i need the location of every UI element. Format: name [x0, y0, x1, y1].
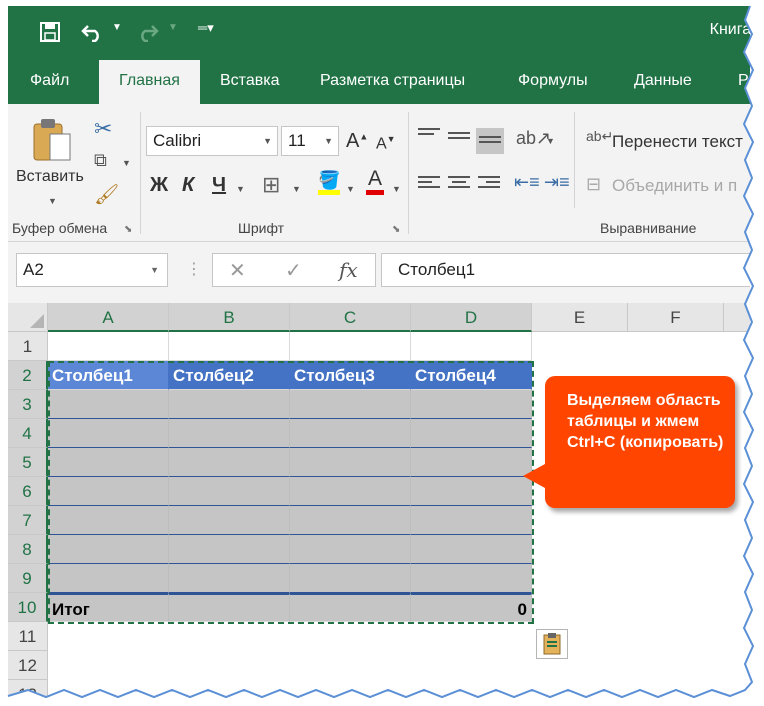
torn-edge-decoration [0, 0, 764, 706]
